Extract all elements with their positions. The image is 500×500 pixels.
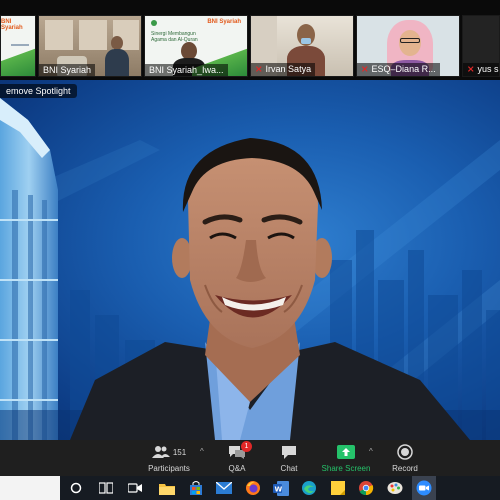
slide-emblem	[151, 20, 157, 26]
file-explorer-icon[interactable]	[158, 479, 176, 497]
slide-logo: BNI Syariah	[207, 19, 241, 25]
cortana-icon[interactable]	[67, 479, 85, 497]
store-icon[interactable]	[187, 479, 205, 497]
participants-label: Participants	[148, 464, 190, 473]
person-head	[111, 36, 123, 50]
room-wall-panel	[45, 20, 73, 50]
taskbar-search-box[interactable]	[0, 476, 60, 500]
qa-label: Q&A	[228, 464, 246, 473]
meet-icon[interactable]	[126, 479, 144, 497]
svg-text:W: W	[275, 485, 283, 493]
word-icon[interactable]: W	[272, 479, 290, 497]
muted-mic-icon: ⨯	[255, 64, 263, 74]
virtual-background	[0, 98, 500, 440]
participant-count: 151	[172, 447, 187, 457]
record-icon	[397, 444, 413, 460]
thumbnail-yus[interactable]: ⨯yus su	[462, 15, 500, 77]
mail-icon[interactable]	[215, 479, 233, 497]
participant-name: ⨯ ESQ–Diana R...	[357, 63, 440, 76]
participant-name: ⨯yus su	[463, 63, 499, 76]
zoom-icon[interactable]	[412, 476, 436, 500]
sticky-notes-icon[interactable]	[329, 479, 347, 497]
share-screen-label: Share Screen	[321, 464, 371, 473]
glasses	[400, 38, 420, 43]
person-head	[399, 30, 421, 56]
qa-badge: 1	[241, 441, 252, 452]
firefox-icon[interactable]	[244, 479, 262, 497]
muted-mic-icon: ⨯	[467, 64, 475, 74]
windows-taskbar: W	[0, 476, 500, 500]
muted-mic-icon: ⨯	[361, 64, 369, 74]
share-screen-icon	[337, 445, 355, 459]
slide-green-decor	[1, 46, 35, 76]
person-body	[105, 49, 129, 76]
participant-name: ⨯ Irvan Satya	[251, 63, 316, 76]
participant-thumbnail-strip: BNI Syariah BNI Syariah BNI Syariah Sine…	[0, 0, 500, 80]
chrome-icon[interactable]	[357, 479, 375, 497]
thumbnail-bni-syariah-iwa[interactable]: BNI Syariah Sinergi Membangun Agama dan …	[144, 15, 248, 77]
participant-name: BNI Syariah	[39, 64, 96, 76]
room-wall-panel	[79, 20, 107, 50]
paint-icon[interactable]	[386, 479, 404, 497]
building-illustration	[0, 98, 58, 440]
slide-logo: BNI Syariah	[1, 19, 23, 31]
edge-icon[interactable]	[300, 479, 318, 497]
record-label: Record	[392, 464, 418, 473]
chat-icon	[282, 445, 296, 459]
active-speaker-video[interactable]: emove Spotlight	[0, 80, 500, 440]
record-button[interactable]: Record	[370, 443, 440, 473]
thumbnail-esq-diana[interactable]: ⨯ ESQ–Diana R...	[356, 15, 460, 77]
participants-button[interactable]: 151 Participants	[134, 443, 204, 473]
thumbnail-slide-partial[interactable]: BNI Syariah	[0, 15, 36, 77]
participants-icon	[151, 446, 170, 458]
task-view-icon[interactable]	[97, 479, 115, 497]
participant-name: BNI Syariah_Iwa...	[145, 64, 228, 76]
thumbnail-bni-syariah[interactable]: BNI Syariah	[38, 15, 142, 77]
slide-title: Sinergi Membangun Agama dan Al-Quran	[151, 31, 198, 43]
chat-label: Chat	[280, 464, 298, 473]
thumbnail-irvan-satya[interactable]: ⨯ Irvan Satya	[250, 15, 354, 77]
face-mask	[301, 38, 311, 44]
remove-spotlight-button[interactable]: emove Spotlight	[0, 84, 77, 98]
meeting-controls: 151 Participants ^ 1 Q&A Chat Share Scre…	[0, 440, 500, 476]
